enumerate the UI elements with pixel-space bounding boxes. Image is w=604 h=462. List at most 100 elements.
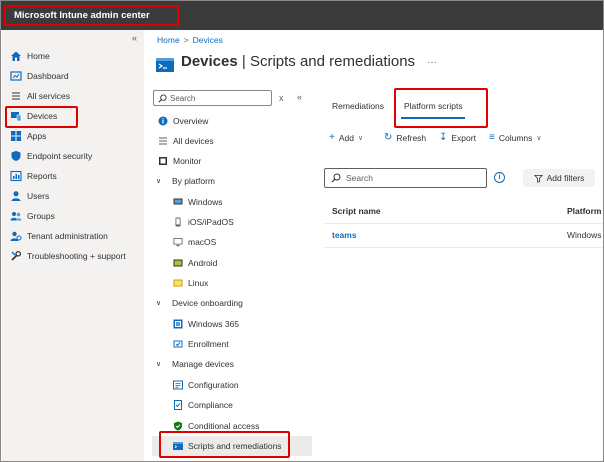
tenant-icon	[10, 230, 22, 242]
list-icon	[10, 90, 22, 102]
nav-item-all-services[interactable]: All services	[2, 86, 144, 106]
home-icon	[10, 50, 22, 62]
table-row-script-name[interactable]: teams	[332, 230, 357, 240]
columns-icon: ≡	[489, 132, 495, 143]
breadcrumb-devices[interactable]: Devices	[193, 35, 223, 45]
devices-icon	[10, 110, 22, 122]
menu-item-scripts-and-remediations[interactable]: Scripts and remediations	[172, 436, 282, 456]
nav-item-home[interactable]: Home	[2, 46, 144, 66]
menu-group-label: Device onboarding	[172, 298, 243, 308]
windows-icon	[172, 197, 183, 208]
page-title-bold: Devices	[181, 53, 238, 70]
add-filters-label: Add filters	[546, 173, 585, 183]
menu-item-compliance[interactable]: Compliance	[172, 395, 233, 415]
nav-item-devices[interactable]: Devices	[2, 106, 144, 126]
more-options-icon[interactable]: ···	[427, 57, 437, 68]
row-divider	[324, 247, 603, 248]
nav-item-endpoint-security[interactable]: Endpoint security	[2, 146, 144, 166]
menu-item-label: Conditional access	[188, 421, 260, 431]
menu-item-label: Windows	[188, 197, 223, 207]
nav-item-apps[interactable]: Apps	[2, 126, 144, 146]
refresh-button[interactable]: ↻ Refresh	[384, 132, 426, 143]
export-label: Export	[451, 132, 476, 143]
nav-item-label: Troubleshooting + support	[27, 251, 126, 261]
users-icon	[10, 190, 22, 202]
monitor-icon	[157, 156, 168, 167]
active-tab-indicator	[401, 117, 465, 119]
menu-item-label: All devices	[173, 136, 214, 146]
reports-icon	[10, 170, 22, 182]
plus-icon: +	[329, 132, 335, 143]
export-button[interactable]: ↧ Export	[439, 132, 476, 143]
menu-item-conditional-access[interactable]: Conditional access	[172, 416, 259, 436]
menu-group-device-onboarding[interactable]: ∨ Device onboarding	[156, 293, 243, 313]
chevron-down-icon: ∨	[357, 134, 364, 142]
nav-item-tenant-administration[interactable]: Tenant administration	[2, 226, 144, 246]
menu-item-windows[interactable]: Windows	[172, 192, 222, 212]
nav-item-label: Endpoint security	[27, 151, 93, 161]
conditional-access-icon	[172, 421, 183, 432]
menu-item-linux[interactable]: Linux	[172, 273, 208, 293]
add-label: Add	[338, 132, 354, 143]
column-header-platform[interactable]: Platform	[567, 206, 601, 216]
add-filters-button[interactable]: Add filters	[523, 169, 595, 187]
breadcrumb: Home > Devices	[157, 35, 223, 45]
menu-item-all-devices[interactable]: All devices	[157, 131, 214, 151]
menu-item-overview[interactable]: Overview	[157, 111, 208, 131]
clear-search-icon[interactable]: x	[279, 93, 284, 103]
menu-item-monitor[interactable]: Monitor	[157, 151, 201, 171]
menu-item-label: Configuration	[188, 380, 239, 390]
columns-button[interactable]: ≡ Columns ∨	[489, 132, 542, 143]
menu-group-manage-devices[interactable]: ∨ Manage devices	[156, 354, 234, 374]
android-icon	[172, 258, 183, 269]
nav-item-label: All services	[27, 91, 70, 101]
nav-item-label: Devices	[27, 111, 58, 121]
column-header-script-name[interactable]: Script name	[332, 206, 381, 216]
linux-icon	[172, 278, 183, 289]
menu-item-label: Overview	[173, 116, 209, 126]
windows-365-icon	[172, 319, 183, 330]
nav-item-dashboard[interactable]: Dashboard	[2, 66, 144, 86]
tab-platform-scripts[interactable]: Platform scripts	[404, 101, 463, 111]
nav-item-groups[interactable]: Groups	[2, 206, 144, 226]
menu-search-input[interactable]: Search	[153, 90, 272, 106]
overview-icon	[157, 116, 168, 127]
add-button[interactable]: + Add ∨	[329, 132, 363, 143]
menu-item-label: iOS/iPadOS	[188, 217, 234, 227]
tab-remediations[interactable]: Remediations	[332, 101, 384, 111]
chevron-down-icon: ∨	[536, 134, 542, 142]
menu-group-label: By platform	[172, 176, 215, 186]
nav-item-users[interactable]: Users	[2, 186, 144, 206]
ios-icon	[172, 217, 183, 228]
scripts-icon	[156, 58, 174, 72]
columns-label: Columns	[498, 132, 533, 143]
breadcrumb-home[interactable]: Home	[157, 35, 180, 45]
refresh-label: Refresh	[396, 132, 427, 143]
menu-group-label: Manage devices	[172, 359, 234, 369]
nav-item-troubleshooting[interactable]: Troubleshooting + support	[2, 246, 144, 266]
menu-item-configuration[interactable]: Configuration	[172, 375, 239, 395]
app-window: Microsoft Intune admin center « Home Das…	[0, 0, 604, 462]
collapse-nav-icon[interactable]: «	[132, 33, 137, 43]
page-title-rest: | Scripts and remediations	[237, 53, 416, 70]
menu-item-label: Monitor	[173, 156, 202, 166]
search-icon	[158, 93, 167, 103]
app-title[interactable]: Microsoft Intune admin center	[14, 10, 150, 21]
nav-item-label: Dashboard	[27, 71, 69, 81]
info-icon[interactable]: i	[494, 172, 505, 183]
download-icon: ↧	[439, 132, 448, 143]
collapse-menu-icon[interactable]: «	[297, 92, 302, 102]
top-bar: Microsoft Intune admin center	[1, 1, 603, 30]
menu-item-label: Compliance	[188, 400, 233, 410]
search-input[interactable]: Search	[324, 168, 487, 188]
menu-item-android[interactable]: Android	[172, 253, 217, 273]
nav-item-reports[interactable]: Reports	[2, 166, 144, 186]
menu-item-macos[interactable]: macOS	[172, 232, 216, 252]
menu-item-enrollment[interactable]: Enrollment	[172, 334, 229, 354]
menu-item-label: Windows 365	[188, 319, 240, 329]
menu-item-ios[interactable]: iOS/iPadOS	[172, 212, 234, 232]
chevron-down-icon: ∨	[156, 300, 162, 307]
menu-group-by-platform[interactable]: ∨ By platform	[156, 171, 215, 191]
shield-icon	[10, 150, 22, 162]
menu-item-windows-365[interactable]: Windows 365	[172, 314, 239, 334]
